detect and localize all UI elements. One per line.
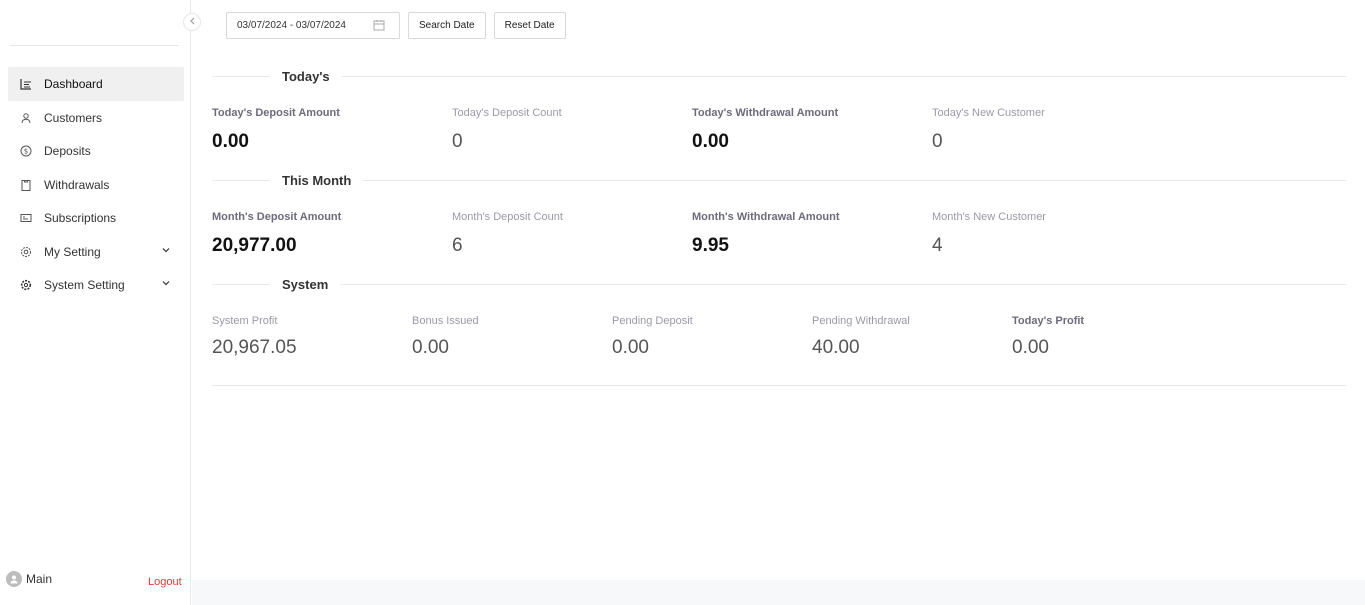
section-title-todays: Today's xyxy=(270,69,342,84)
stat-system-profit: System Profit 20,967.05 xyxy=(212,315,297,359)
sidebar-item-label: System Setting xyxy=(44,278,125,292)
sidebar: Dashboard Customers $ Deposits Withdrawa… xyxy=(0,0,191,605)
svg-text:$: $ xyxy=(24,148,28,156)
logout-link[interactable]: Logout xyxy=(148,576,182,588)
stat-label: Today's Profit xyxy=(1012,315,1085,327)
stat-pending-withdrawal: Pending Withdrawal 40.00 xyxy=(812,315,910,359)
user-profile[interactable]: Main xyxy=(6,571,52,587)
stat-month-deposit-amount: Month's Deposit Amount 20,977.00 xyxy=(212,211,341,257)
stat-month-deposit-count: Month's Deposit Count 6 xyxy=(452,211,563,257)
sidebar-item-subscriptions[interactable]: Subscriptions xyxy=(8,201,184,235)
stat-value: 0.00 xyxy=(412,337,449,358)
stat-todays-profit: Today's Profit 0.00 xyxy=(1012,315,1084,359)
sidebar-item-label: Dashboard xyxy=(44,77,103,91)
section-divider xyxy=(212,385,1346,386)
section-title-system: System xyxy=(270,277,341,292)
section-title-month: This Month xyxy=(270,173,364,188)
stat-value: 9.95 xyxy=(692,235,729,256)
settings-icon xyxy=(20,246,32,258)
calendar-icon xyxy=(373,19,385,34)
stat-value: 0.00 xyxy=(692,131,729,152)
sidebar-item-my-setting[interactable]: My Setting xyxy=(8,235,184,269)
gear-icon xyxy=(20,279,32,291)
sidebar-item-customers[interactable]: Customers xyxy=(8,101,184,135)
sidebar-item-withdrawals[interactable]: Withdrawals xyxy=(8,168,184,202)
stat-month-new-customer: Month's New Customer 4 xyxy=(932,211,1046,257)
stat-todays-deposit-amount: Today's Deposit Amount 0.00 xyxy=(212,107,340,153)
user-icon xyxy=(20,112,32,124)
stat-label: Month's Deposit Count xyxy=(452,211,563,223)
stat-pending-deposit: Pending Deposit 0.00 xyxy=(612,315,693,359)
card-icon xyxy=(20,212,32,224)
stat-value: 0.00 xyxy=(612,337,649,358)
stat-label: Today's Deposit Amount xyxy=(212,107,340,119)
stat-month-withdrawal-amount: Month's Withdrawal Amount 9.95 xyxy=(692,211,840,257)
stat-value: 20,977.00 xyxy=(212,235,297,256)
stat-todays-new-customer: Today's New Customer 0 xyxy=(932,107,1045,153)
footer-bar xyxy=(192,580,1365,605)
search-date-button[interactable]: Search Date xyxy=(408,12,486,39)
sidebar-item-label: Subscriptions xyxy=(44,211,117,225)
stat-value: 20,967.05 xyxy=(212,337,297,358)
sidebar-divider xyxy=(10,45,179,46)
avatar-icon xyxy=(6,571,22,587)
stat-label: Today's Deposit Count xyxy=(452,107,562,119)
sidebar-item-dashboard[interactable]: Dashboard xyxy=(8,67,184,101)
sidebar-item-label: Customers xyxy=(44,110,103,125)
stat-label: Today's Withdrawal Amount xyxy=(692,107,839,119)
section-divider xyxy=(212,76,1346,77)
stat-todays-deposit-count: Today's Deposit Count 0 xyxy=(452,107,562,153)
sidebar-item-label: My Setting xyxy=(44,244,101,259)
stat-label: Today's New Customer xyxy=(932,107,1045,119)
reset-date-button[interactable]: Reset Date xyxy=(493,12,566,39)
stat-label: Pending Withdrawal xyxy=(812,315,910,327)
dashboard-icon xyxy=(20,78,32,90)
sidebar-item-label: Withdrawals xyxy=(44,177,110,192)
stat-todays-withdrawal-amount: Today's Withdrawal Amount 0.00 xyxy=(692,107,838,153)
stat-label: System Profit xyxy=(212,315,278,327)
sidebar-item-system-setting[interactable]: System Setting xyxy=(8,268,184,302)
stat-label: Month's Withdrawal Amount xyxy=(692,211,840,223)
clipboard-icon xyxy=(20,179,32,191)
stat-value: 4 xyxy=(932,235,943,256)
stat-value: 0.00 xyxy=(212,131,249,152)
stat-value: 0 xyxy=(452,131,463,152)
user-name: Main xyxy=(26,572,53,586)
chevron-left-icon xyxy=(189,17,196,28)
date-toolbar: 03/07/2024 - 03/07/2024 Search Date Rese… xyxy=(226,12,566,39)
stat-bonus-issued: Bonus Issued 0.00 xyxy=(412,315,479,359)
stat-label: Month's New Customer xyxy=(932,211,1046,223)
dollar-icon: $ xyxy=(20,145,32,157)
stat-value: 40.00 xyxy=(812,337,860,358)
stat-value: 6 xyxy=(452,235,463,256)
section-divider xyxy=(212,284,1346,285)
chevron-down-icon xyxy=(162,279,170,289)
sidebar-item-deposits[interactable]: $ Deposits xyxy=(8,134,184,168)
collapse-sidebar-button[interactable] xyxy=(183,13,201,31)
stat-value: 0 xyxy=(932,131,943,152)
stat-label: Bonus Issued xyxy=(412,315,479,327)
chevron-down-icon xyxy=(162,246,170,256)
stat-label: Pending Deposit xyxy=(612,315,693,327)
stat-value: 0.00 xyxy=(1012,337,1049,358)
sidebar-nav: Dashboard Customers $ Deposits Withdrawa… xyxy=(8,67,184,302)
date-range-value: 03/07/2024 - 03/07/2024 xyxy=(237,20,346,31)
sidebar-item-label: Deposits xyxy=(44,144,91,158)
section-divider xyxy=(212,180,1346,181)
stat-label: Month's Deposit Amount xyxy=(212,211,342,223)
date-range-picker[interactable]: 03/07/2024 - 03/07/2024 xyxy=(226,12,400,39)
